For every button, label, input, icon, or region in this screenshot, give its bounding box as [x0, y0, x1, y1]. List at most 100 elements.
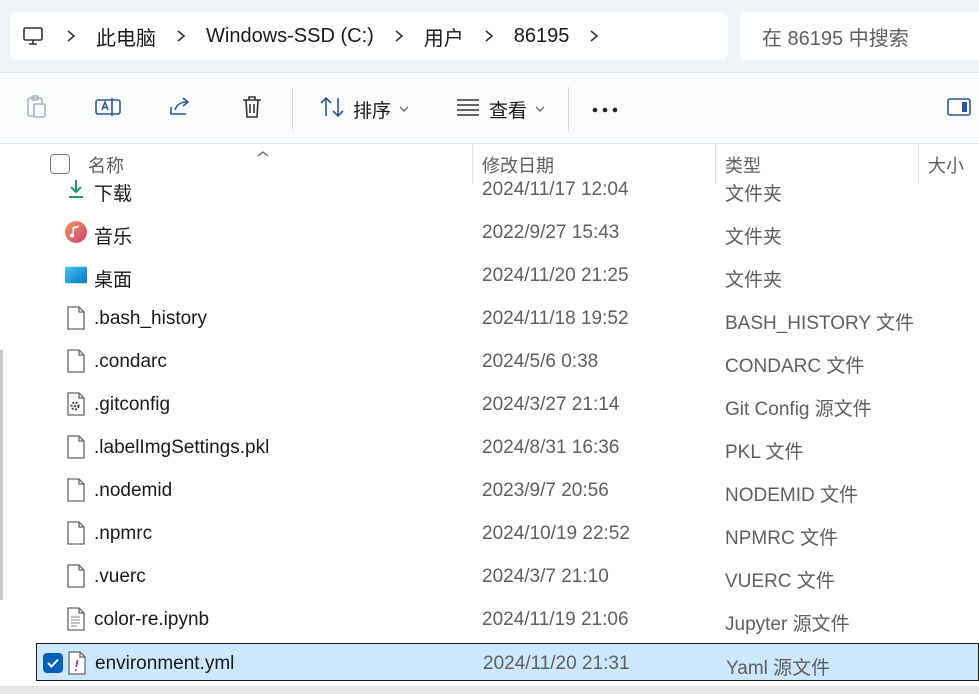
- file-modified: 2024/11/17 12:04: [482, 179, 629, 200]
- share-button[interactable]: [164, 91, 196, 127]
- file-modified: 2024/11/20 21:31: [483, 653, 630, 674]
- delete-button[interactable]: [236, 91, 268, 127]
- config-file-icon: [64, 392, 88, 416]
- file-name: .npmrc: [94, 523, 153, 544]
- view-label: 查看: [488, 100, 527, 122]
- list-item[interactable]: .vuerc 2024/3/7 21:10 VUERC 文件: [36, 557, 979, 595]
- sort-button[interactable]: 排序: [314, 91, 414, 127]
- more-icon: [592, 100, 618, 118]
- file-name: .gitconfig: [94, 394, 171, 415]
- file-list: 下载 2024/11/17 12:04 文件夹 音乐 2022/9/27 15:…: [0, 168, 979, 694]
- breadcrumb-item-drive[interactable]: Windows-SSD (C:): [196, 25, 384, 48]
- file-name: 下载: [94, 184, 133, 205]
- file-name: 桌面: [94, 270, 133, 291]
- file-modified: 2024/11/20 21:25: [482, 265, 629, 286]
- view-button[interactable]: 查看: [450, 91, 550, 127]
- toolbar-divider: [292, 87, 293, 131]
- search-input[interactable]: 在 86195 中搜索: [740, 12, 979, 60]
- chevron-right-icon[interactable]: [474, 29, 504, 43]
- file-type: Jupyter 源文件: [725, 614, 850, 635]
- sort-label: 排序: [352, 100, 391, 122]
- yaml-file-icon: [65, 651, 89, 675]
- list-item[interactable]: .bash_history 2024/11/18 19:52 BASH_HIST…: [36, 299, 979, 337]
- more-options-button[interactable]: [588, 91, 622, 127]
- list-item[interactable]: 桌面 2024/11/20 21:25 文件夹: [36, 256, 979, 294]
- list-item[interactable]: 音乐 2022/9/27 15:43 文件夹: [36, 213, 979, 251]
- download-folder-icon: [64, 177, 88, 201]
- file-type: 文件夹: [725, 270, 783, 291]
- list-item[interactable]: color-re.ipynb 2024/11/19 21:06 Jupyter …: [36, 600, 979, 638]
- file-icon: [64, 349, 88, 373]
- file-modified: 2024/11/18 19:52: [482, 308, 629, 329]
- file-modified: 2024/3/7 21:10: [482, 566, 609, 587]
- command-bar: 排序 查看: [0, 72, 979, 144]
- paste-button[interactable]: [20, 91, 52, 127]
- file-type: BASH_HISTORY 文件: [725, 313, 915, 334]
- row-checkbox-checked[interactable]: [43, 653, 63, 673]
- file-modified: 2024/8/31 16:36: [482, 437, 620, 458]
- address-bar-row: 此电脑 Windows-SSD (C:) 用户 86195 在 86195 中搜…: [0, 0, 979, 72]
- chevron-right-icon[interactable]: [384, 29, 414, 43]
- file-name: .bash_history: [94, 308, 208, 329]
- file-type: Git Config 源文件: [725, 399, 872, 420]
- list-item-selected[interactable]: environment.yml 2024/11/20 21:31 Yaml 源文…: [36, 643, 979, 681]
- trash-icon: [240, 94, 264, 125]
- list-item[interactable]: .gitconfig 2024/3/27 21:14 Git Config 源文…: [36, 385, 979, 423]
- file-name: .labelImgSettings.pkl: [94, 437, 270, 458]
- file-type: NODEMID 文件: [725, 485, 859, 506]
- desktop-folder-icon: [64, 263, 88, 287]
- chevron-right-icon[interactable]: [579, 29, 609, 43]
- chevron-right-icon[interactable]: [166, 29, 196, 43]
- music-folder-icon: [64, 220, 88, 244]
- this-pc-icon[interactable]: [10, 24, 56, 48]
- file-type: PKL 文件: [725, 442, 804, 463]
- share-icon: [167, 95, 193, 124]
- chevron-right-icon[interactable]: [56, 29, 86, 43]
- list-item[interactable]: .labelImgSettings.pkl 2024/8/31 16:36 PK…: [36, 428, 979, 466]
- chevron-down-icon: [535, 100, 545, 118]
- scrollbar[interactable]: [0, 350, 3, 600]
- file-modified: 2024/10/19 22:52: [482, 523, 630, 544]
- file-type: CONDARC 文件: [725, 356, 865, 377]
- file-modified: 2024/11/19 21:06: [482, 609, 629, 630]
- status-bar-edge: [0, 686, 979, 694]
- paste-icon: [24, 94, 48, 125]
- file-type: 文件夹: [725, 184, 783, 205]
- file-name: color-re.ipynb: [94, 609, 210, 630]
- breadcrumb-item-user-folder[interactable]: 86195: [504, 25, 580, 48]
- list-item[interactable]: .nodemid 2023/9/7 20:56 NODEMID 文件: [36, 471, 979, 509]
- rename-icon: [94, 95, 122, 124]
- file-name: 音乐: [94, 227, 133, 248]
- file-icon: [64, 521, 88, 545]
- file-name: .nodemid: [94, 480, 173, 501]
- details-pane-button[interactable]: [944, 91, 974, 127]
- file-modified: 2024/5/6 0:38: [482, 351, 599, 372]
- chevron-up-icon: [256, 142, 270, 163]
- details-pane-icon: [946, 97, 972, 122]
- file-icon: [64, 306, 88, 330]
- breadcrumb-item-users[interactable]: 用户: [414, 22, 474, 51]
- list-item[interactable]: .npmrc 2024/10/19 22:52 NPMRC 文件: [36, 514, 979, 552]
- text-file-icon: [64, 607, 88, 631]
- file-modified: 2023/9/7 20:56: [482, 480, 609, 501]
- file-name: .vuerc: [94, 566, 146, 587]
- file-name: .condarc: [94, 351, 167, 372]
- file-icon: [64, 435, 88, 459]
- toolbar-divider: [568, 87, 569, 131]
- sort-icon: [319, 96, 345, 123]
- file-type: NPMRC 文件: [725, 528, 838, 549]
- file-type: VUERC 文件: [725, 571, 835, 592]
- rename-button[interactable]: [92, 91, 124, 127]
- breadcrumb-item-this-pc[interactable]: 此电脑: [86, 22, 166, 51]
- view-list-icon: [455, 97, 481, 122]
- list-item[interactable]: .condarc 2024/5/6 0:38 CONDARC 文件: [36, 342, 979, 380]
- breadcrumb[interactable]: 此电脑 Windows-SSD (C:) 用户 86195: [10, 12, 728, 60]
- file-icon: [64, 478, 88, 502]
- file-type: 文件夹: [725, 227, 783, 248]
- file-modified: 2024/3/27 21:14: [482, 394, 620, 415]
- file-name: environment.yml: [95, 653, 235, 674]
- list-item[interactable]: 下载 2024/11/17 12:04 文件夹: [36, 170, 979, 208]
- file-icon: [64, 564, 88, 588]
- search-placeholder: 在 86195 中搜索: [762, 27, 909, 50]
- chevron-down-icon: [399, 100, 409, 118]
